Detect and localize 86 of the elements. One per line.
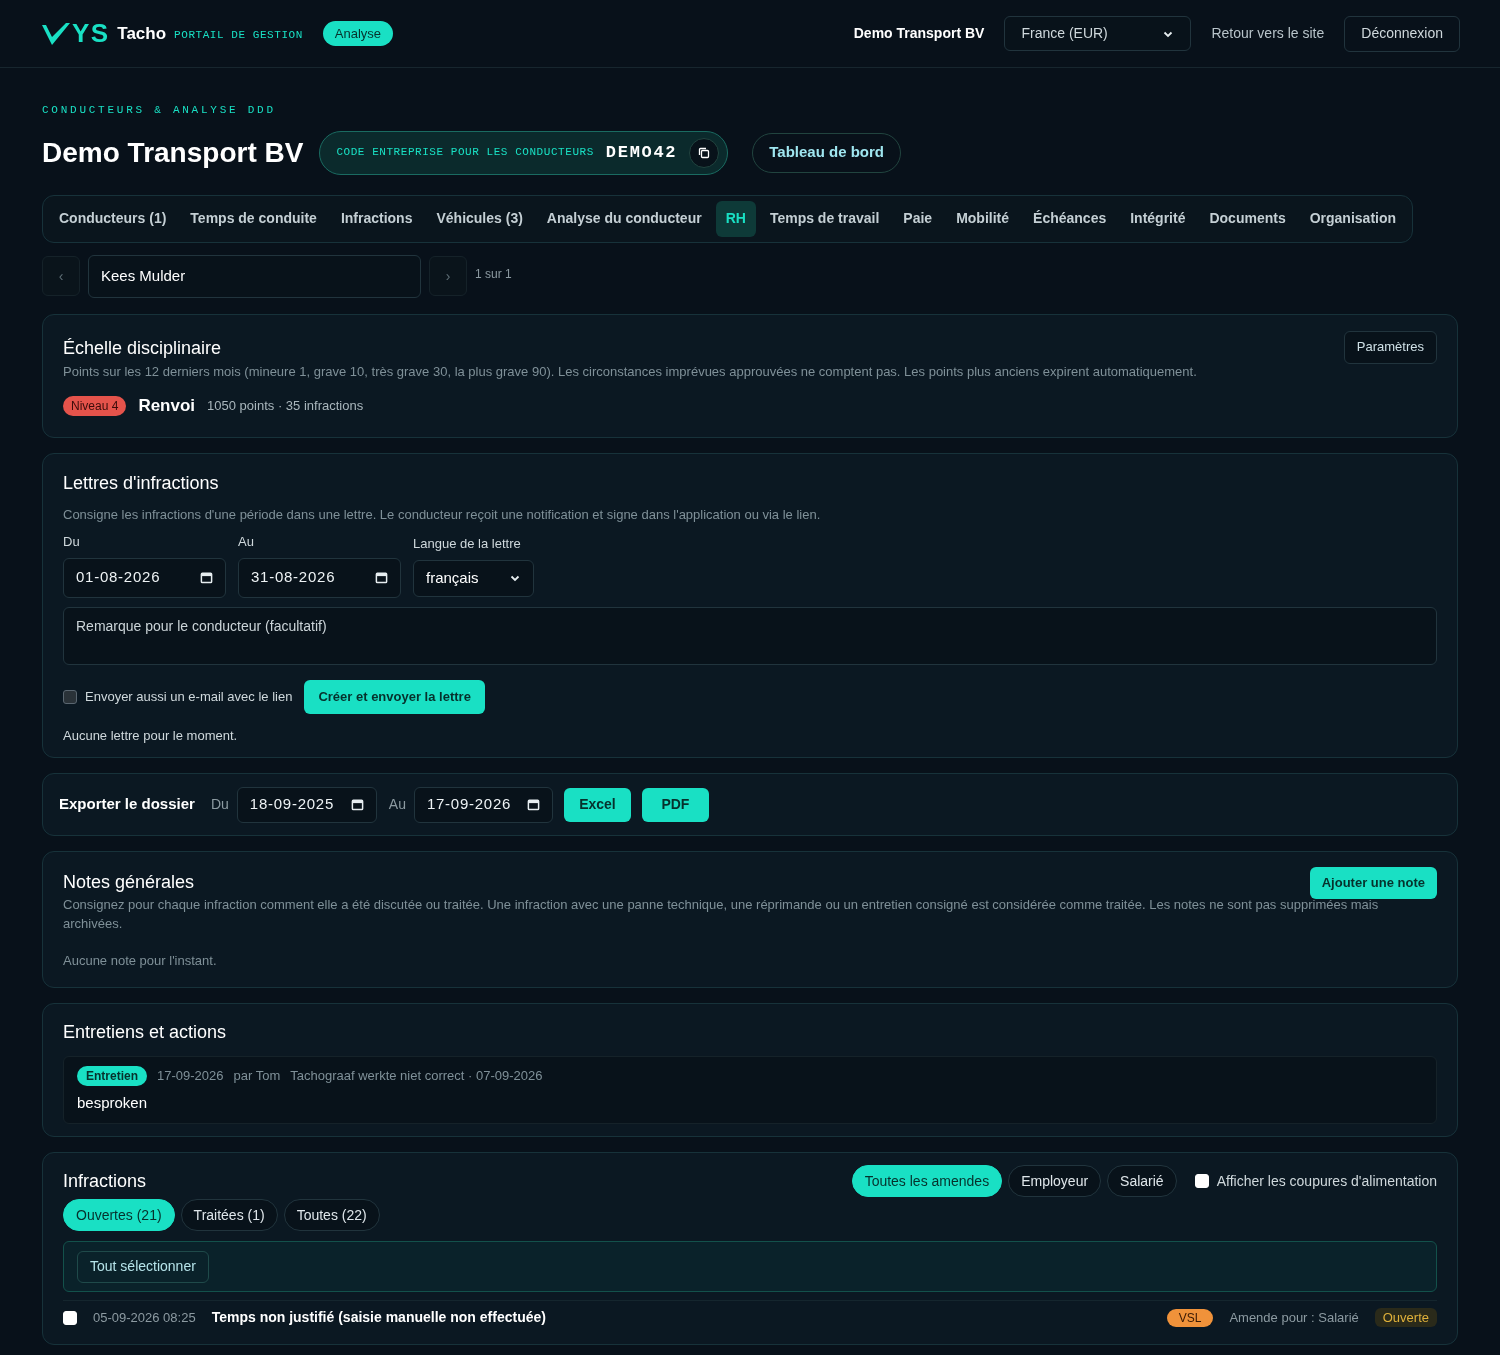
fine-filter[interactable]: Salarié xyxy=(1107,1165,1177,1197)
language-select[interactable]: français xyxy=(413,559,534,597)
empty-message: Aucune note pour l'instant. xyxy=(63,952,218,970)
infraction-tag: VSL xyxy=(1166,1308,1214,1327)
empty-message: Aucune lettre pour le moment. xyxy=(63,726,239,745)
portal-subtitle: PORTAIL DE GESTION xyxy=(174,28,303,44)
fine-target: Amende pour : Salarié xyxy=(1229,1308,1359,1327)
page-title: Demo Transport BV xyxy=(42,135,304,170)
tab[interactable]: Intégrité xyxy=(1120,200,1196,237)
calendar-icon xyxy=(350,798,364,811)
card-description: Consignez pour chaque infraction comment elle a été discutée ou traitée. Une infraction avec une panne technique, une réprimande ou un entretien consigné est considérée comme traitée. Les notes ne sont pas supprimées mais archivées. xyxy=(63,896,1380,933)
section-eyebrow: CONDUCTEURS & ANALYSE DDD xyxy=(42,103,277,118)
date-field[interactable]: 18-09-2025 xyxy=(236,786,377,823)
date-field[interactable]: 17-09-2026 xyxy=(413,786,553,823)
infraction-title: Temps non justifié (saisie manuelle non effectuée) xyxy=(211,1308,546,1327)
checkbox-label: Afficher les coupures d'alimentation xyxy=(1216,1171,1437,1191)
card-title: Notes générales xyxy=(63,871,195,894)
tab[interactable]: Documents xyxy=(1199,200,1296,237)
card-description: Points sur les 12 derniers mois (mineure 1, grave 10, très grave 30, la plus grave 90). Les circonstances imprévues approuvées ne comptent pas. Les points plus anciens expirent automatiquement. xyxy=(63,362,1198,381)
driver-select[interactable]: Kees Mulder xyxy=(88,254,421,298)
entry-tag: Entretien xyxy=(77,1065,147,1086)
export-button[interactable]: PDF xyxy=(641,787,709,822)
add-note-button[interactable]: Ajouter une note xyxy=(1309,867,1437,899)
analysis-badge: Analyse xyxy=(322,20,394,47)
tab[interactable]: Organisation xyxy=(1299,200,1407,237)
entry-text: besproken xyxy=(77,1092,149,1113)
card-description: Consigne les infractions d'une période dans une lettre. Le conducteur reçoit une notification et signe dans l'application ou via le lien. xyxy=(63,505,822,524)
infraction-datetime: 05-09-2026 08:25 xyxy=(93,1308,196,1327)
currency-select[interactable]: France (EUR) xyxy=(1004,16,1192,51)
create-letter-button[interactable]: Créer et envoyer la lettre xyxy=(304,679,485,714)
tab[interactable]: Conducteurs (1) xyxy=(49,200,177,237)
card-title: Échelle disciplinaire xyxy=(63,336,222,360)
field-label: Au xyxy=(388,795,406,814)
entry-date: 17-09-2026 xyxy=(157,1066,224,1085)
status-tab[interactable]: Ouvertes (21) xyxy=(63,1199,175,1231)
back-to-site-link[interactable]: Retour vers le site xyxy=(1211,23,1325,44)
checkbox-label: Envoyer aussi un e-mail avec le lien xyxy=(85,687,293,706)
tab[interactable]: Temps de travail xyxy=(759,200,890,237)
tab[interactable]: Infractions xyxy=(330,200,423,237)
code-label: CODE ENTREPRISE POUR LES CONDUCTEURS xyxy=(336,145,594,161)
select-all-button[interactable]: Tout sélectionner xyxy=(77,1250,209,1283)
entry-subject: Tachograaf werkte niet correct · 07-09-2026 xyxy=(290,1066,543,1085)
settings-button[interactable]: Paramètres xyxy=(1343,330,1437,364)
company-name: Demo Transport BV xyxy=(853,24,985,43)
verdict: Renvoi xyxy=(138,395,196,417)
remark-field[interactable]: Remarque pour le conducteur (facultatif) xyxy=(63,606,1437,665)
tab[interactable]: Échéances xyxy=(1023,200,1117,237)
previous-button[interactable]: ‹ xyxy=(42,256,80,296)
export-title: Exporter le dossier xyxy=(59,794,195,815)
tab[interactable]: RH xyxy=(715,200,756,237)
tab[interactable]: Mobilité xyxy=(946,200,1020,237)
company-code: DEMO42 xyxy=(605,141,678,164)
status-tab[interactable]: Traitées (1) xyxy=(180,1199,278,1231)
card-title: Entretiens et actions xyxy=(63,1020,228,1044)
next-button[interactable]: › xyxy=(429,256,467,296)
field-label: Du xyxy=(63,533,81,551)
calendar-icon xyxy=(375,571,388,584)
tab[interactable]: Paie xyxy=(893,200,943,237)
status-tab[interactable]: Toutes (22) xyxy=(283,1199,380,1231)
field-label: Langue de la lettre xyxy=(413,535,522,553)
card-title: Lettres d'infractions xyxy=(63,471,220,495)
fine-filter[interactable]: Employeur xyxy=(1008,1165,1102,1197)
status-badge: Ouverte xyxy=(1374,1307,1437,1328)
tab[interactable]: Véhicules (3) xyxy=(426,200,533,237)
tab[interactable]: Analyse du conducteur xyxy=(536,200,712,237)
date-field[interactable]: 01-08-2026 xyxy=(63,557,226,598)
calendar-icon xyxy=(526,798,540,811)
field-label: Au xyxy=(238,533,255,551)
copy-button[interactable] xyxy=(689,137,720,168)
points-summary: 1050 points · 35 infractions xyxy=(207,397,364,415)
card-title: Infractions xyxy=(63,1169,147,1193)
level-badge: Niveau 4 xyxy=(63,395,127,416)
page-count: 1 sur 1 xyxy=(475,266,512,283)
fine-filter[interactable]: Toutes les amendes xyxy=(851,1165,1003,1197)
date-field[interactable]: 31-08-2026 xyxy=(238,557,401,598)
field-label: Du xyxy=(210,795,229,814)
export-button[interactable]: Excel xyxy=(563,787,631,822)
checkbox[interactable] xyxy=(63,689,77,704)
tab[interactable]: Temps de conduite xyxy=(180,200,327,237)
logo-text: YS xyxy=(72,17,110,50)
copy-icon xyxy=(698,146,711,159)
calendar-icon xyxy=(200,571,213,584)
check-arrow-icon xyxy=(40,20,72,47)
brand-name: Tacho xyxy=(117,22,167,45)
logout-button[interactable]: Déconnexion xyxy=(1344,15,1460,52)
entry-author: par Tom xyxy=(233,1066,281,1085)
